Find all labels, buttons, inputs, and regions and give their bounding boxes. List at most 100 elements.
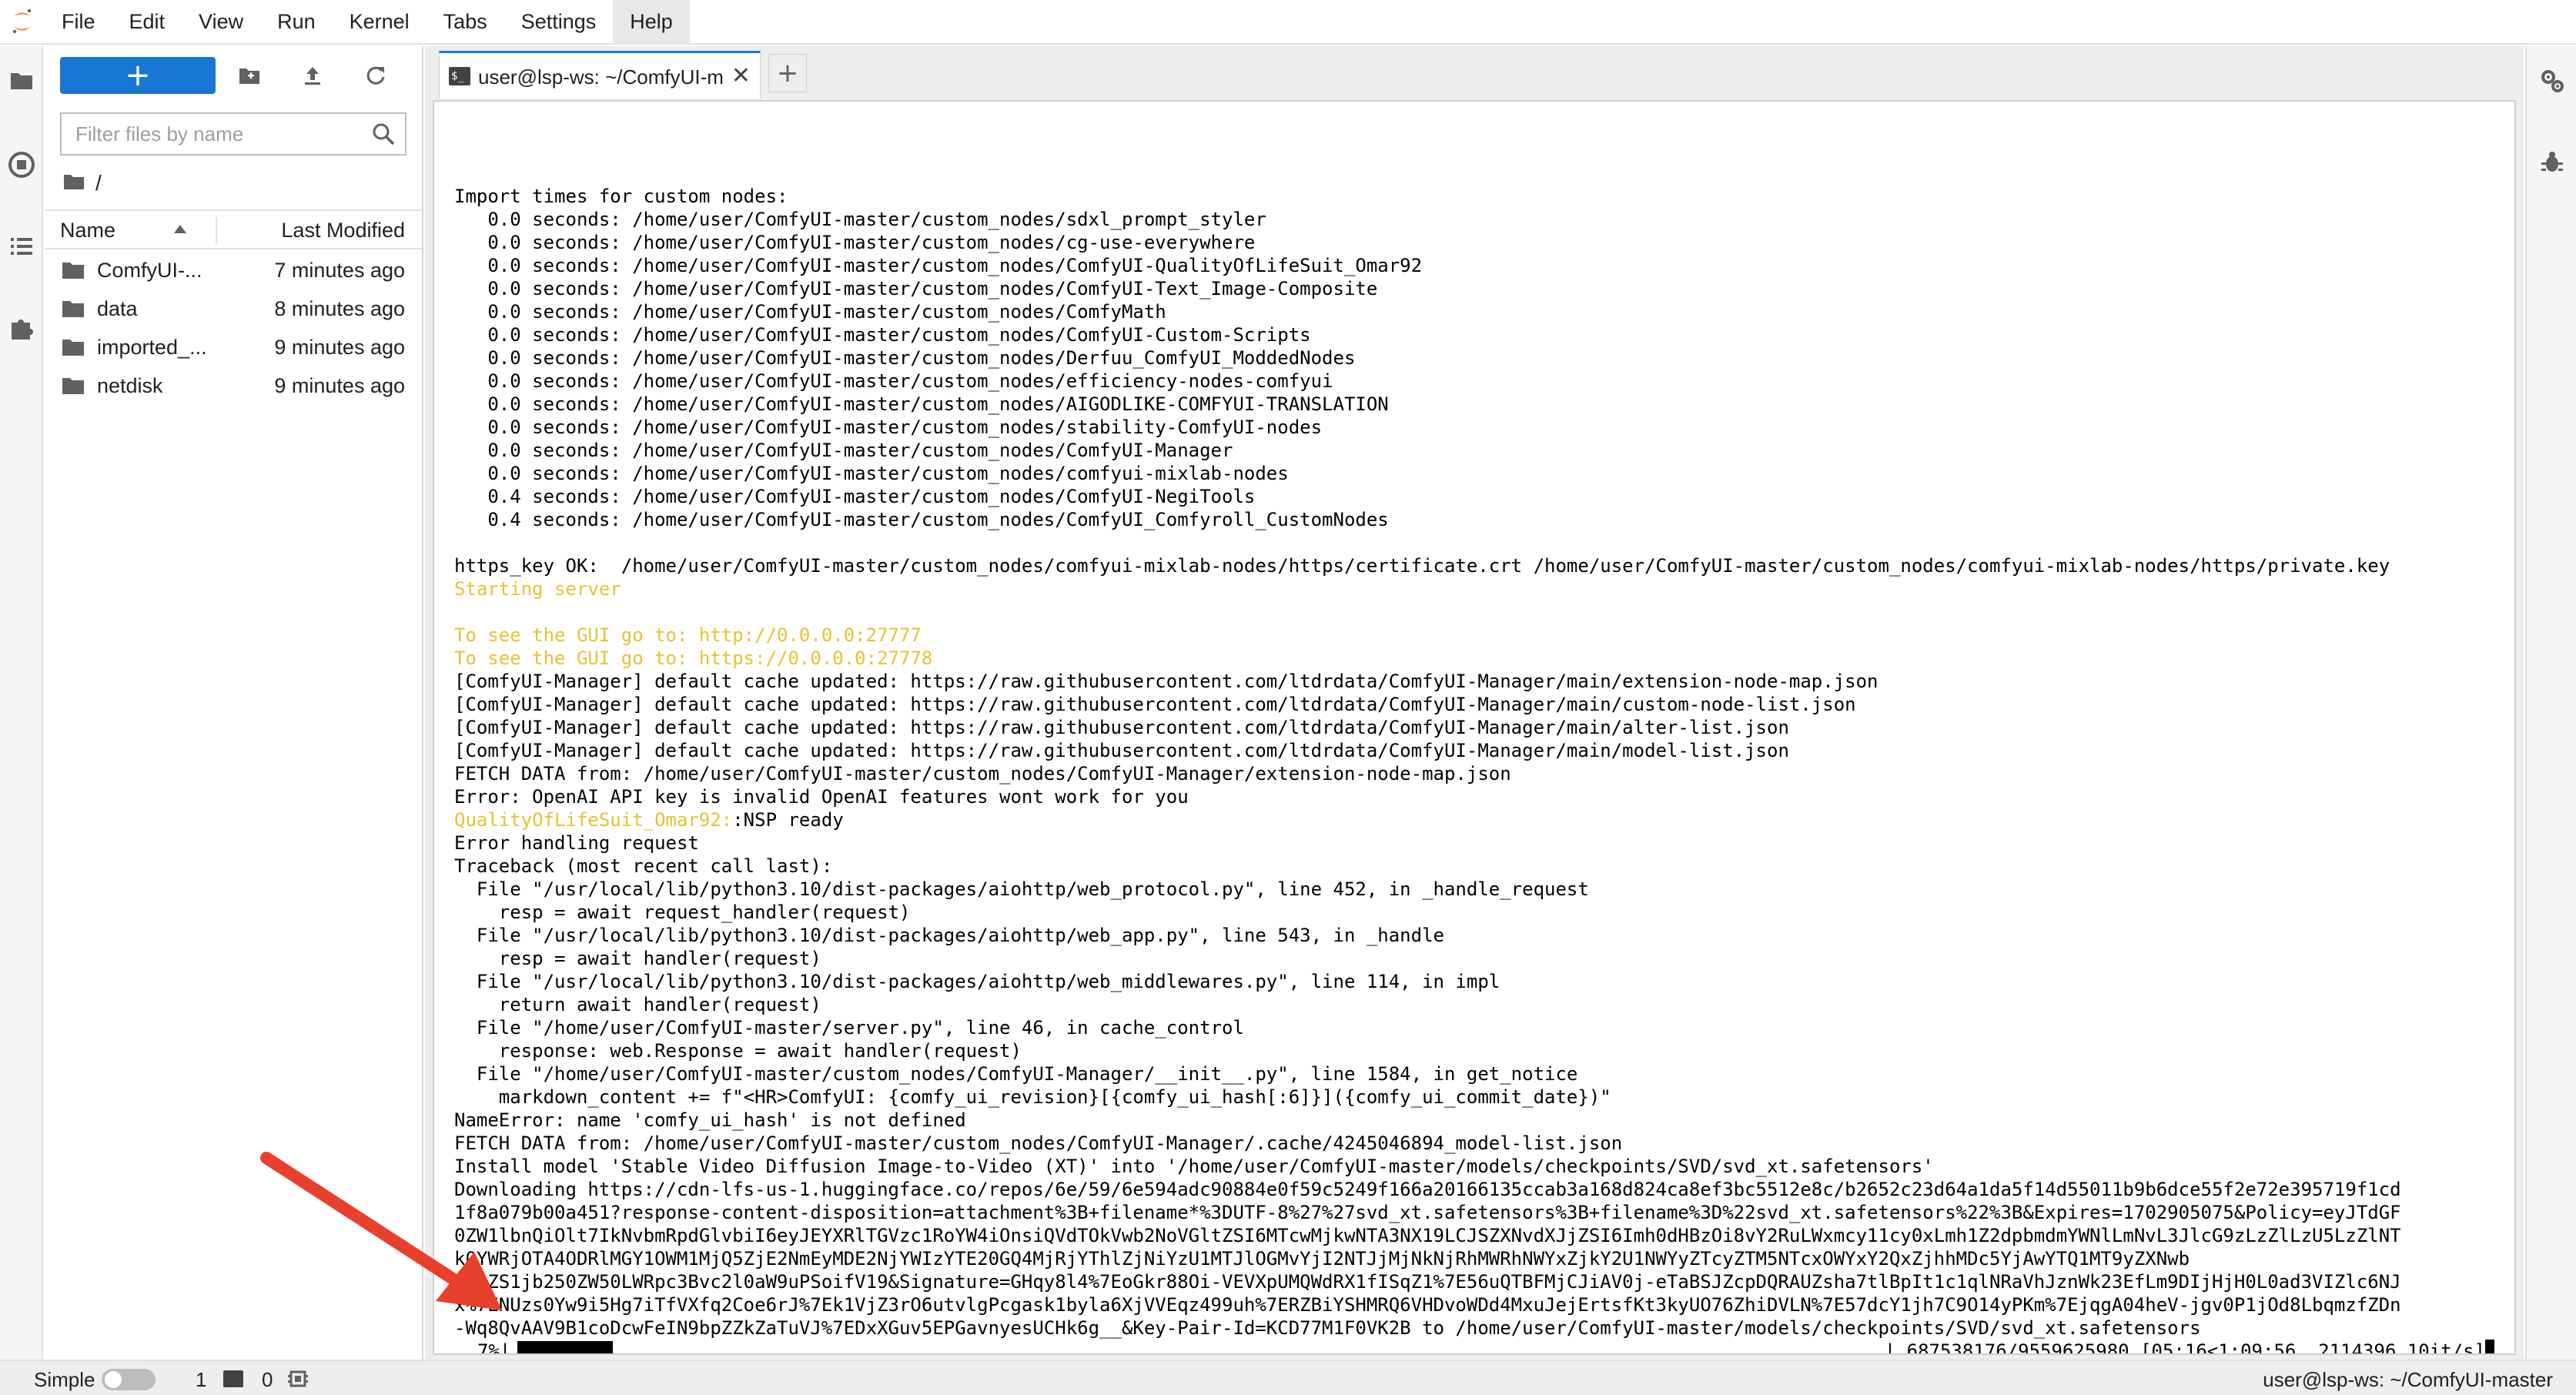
terminal-line: [ComfyUI-Manager] default cache updated:… (454, 693, 2494, 716)
terminal-line: File "/home/user/ComfyUI-master/server.p… (454, 1016, 2494, 1039)
terminal-line-text: 0.0 seconds: /home/user/ComfyUI-master/c… (454, 232, 1256, 253)
annotation-arrow-icon (260, 1152, 502, 1310)
running-stop-icon[interactable] (3, 146, 40, 183)
terminal-line: 0.0 seconds: /home/user/ComfyUI-master/c… (454, 370, 2494, 393)
terminal-icon[interactable] (223, 1370, 243, 1387)
terminal-line: x%7ENUzs0Yw9i5Hg7iTfVXfq2Coe6rJ%7Ek1VjZ3… (454, 1293, 2494, 1316)
refresh-icon[interactable] (357, 57, 394, 94)
column-divider (216, 217, 217, 243)
terminal-line: To see the GUI go to: http://0.0.0.0:277… (454, 624, 2494, 647)
extension-puzzle-icon[interactable] (3, 309, 40, 346)
menu-tabs[interactable]: Tabs (427, 0, 504, 44)
folder-icon (62, 376, 85, 396)
tab-terminal[interactable]: $_ user@lsp-ws: ~/ComfyUI-m ✕ (439, 51, 761, 99)
menu-file[interactable]: File (45, 0, 112, 44)
terminal-line-text: 0.0 seconds: /home/user/ComfyUI-master/c… (454, 440, 1233, 461)
terminal-line-text: File "/usr/local/lib/python3.10/dist-pac… (454, 878, 1589, 900)
terminal-line-text: 0.0 seconds: /home/user/ComfyUI-master/c… (454, 209, 1266, 230)
kernel-icon[interactable] (286, 1367, 309, 1390)
close-icon[interactable]: ✕ (731, 65, 751, 88)
column-name-header[interactable]: Name (60, 219, 115, 243)
terminal-line: 0.4 seconds: /home/user/ComfyUI-master/c… (454, 508, 2494, 531)
left-activity-bar (0, 46, 43, 1360)
file-row[interactable]: netdisk 9 minutes ago (45, 366, 422, 405)
filter-files-input[interactable] (62, 114, 362, 154)
terminal-line-text: File "/usr/local/lib/python3.10/dist-pac… (454, 925, 1444, 946)
upload-icon[interactable] (294, 57, 331, 94)
terminal-line: Traceback (most recent call last): (454, 855, 2494, 878)
terminal-line: resp = await handler(request) (454, 947, 2494, 970)
progress-bar (517, 1341, 613, 1353)
file-name: netdisk (97, 374, 163, 397)
menu-run[interactable]: Run (260, 0, 333, 44)
file-modified: 9 minutes ago (274, 336, 405, 359)
add-tab-button[interactable]: + (768, 54, 807, 92)
breadcrumb-root[interactable]: / (95, 171, 102, 196)
table-of-contents-icon[interactable] (3, 228, 40, 265)
folder-icon[interactable] (3, 62, 40, 99)
toggle-knob (105, 1371, 122, 1388)
menu-items: File Edit View Run Kernel Tabs Settings Help (45, 0, 690, 44)
terminal-line: Starting server (454, 577, 2494, 600)
terminal-line: 0.0 seconds: /home/user/ComfyUI-master/c… (454, 416, 2494, 439)
tab-bar: $_ user@lsp-ws: ~/ComfyUI-m ✕ + (425, 46, 2524, 99)
search-icon (370, 120, 397, 148)
file-modified: 9 minutes ago (274, 374, 405, 397)
terminal-line: response: web.Response = await handler(r… (454, 1039, 2494, 1062)
terminal-line-text: 0.0 seconds: /home/user/ComfyUI-master/c… (454, 463, 1289, 484)
folder-icon (62, 337, 85, 357)
jupyter-logo-icon (0, 0, 45, 44)
file-row[interactable]: ComfyUI-... 7 minutes ago (45, 251, 422, 289)
terminal-cursor (2485, 1340, 2494, 1353)
terminal-view[interactable]: Import times for custom nodes: 0.0 secon… (433, 100, 2516, 1355)
tab-label: user@lsp-ws: ~/ComfyUI-m (478, 65, 723, 89)
debugger-bug-icon[interactable] (2536, 146, 2568, 179)
terminal-line: 0.0 seconds: /home/user/ComfyUI-master/c… (454, 439, 2494, 462)
file-browser-toolbar: + (45, 46, 423, 102)
new-launcher-button[interactable]: + (60, 57, 216, 94)
terminal-line-text: [ComfyUI-Manager] default cache updated:… (454, 694, 1856, 715)
terminal-line: 0.0 seconds: /home/user/ComfyUI-master/c… (454, 346, 2494, 370)
column-modified-header[interactable]: Last Modified (281, 219, 405, 243)
right-activity-bar (2525, 46, 2576, 1360)
terminal-line-text: Starting server (454, 578, 621, 600)
terminal-line: 0.0 seconds: /home/user/ComfyUI-master/c… (454, 254, 2494, 277)
terminal-line: markdown_content += f"<HR>ComfyUI: {comf… (454, 1086, 2494, 1109)
kernels-count[interactable]: 0 (262, 1368, 273, 1392)
terminal-line: Install model 'Stable Video Diffusion Im… (454, 1155, 2494, 1178)
filter-box (60, 112, 406, 156)
breadcrumb: / (63, 168, 102, 199)
breadcrumb-home-folder-icon[interactable] (63, 172, 85, 195)
terminal-line: NameError: name 'comfy_ui_hash' is not d… (454, 1109, 2494, 1132)
terminal-line-text: https_key OK: /home/user/ComfyUI-master/… (454, 555, 2390, 577)
terminal-line: File "/usr/local/lib/python3.10/dist-pac… (454, 970, 2494, 993)
terminal-line: 0.0 seconds: /home/user/ComfyUI-master/c… (454, 231, 2494, 254)
terminals-count[interactable]: 1 (196, 1368, 206, 1392)
terminal-line-text: [ComfyUI-Manager] default cache updated:… (454, 671, 1878, 692)
menu-edit[interactable]: Edit (112, 0, 182, 44)
file-name: ComfyUI-... (97, 259, 202, 282)
file-row[interactable]: data 8 minutes ago (45, 289, 422, 328)
progress-info-text: | 687538176/9559625980 [05:16<1:09:56, 2… (1884, 1340, 2485, 1355)
terminal-line-text: Error handling request (454, 832, 699, 854)
menu-kernel[interactable]: Kernel (333, 0, 427, 44)
terminal-output: Import times for custom nodes: 0.0 secon… (454, 185, 2494, 1340)
terminal-line: 0.0 seconds: /home/user/ComfyUI-master/c… (454, 393, 2494, 416)
terminal-line-text: 0.0 seconds: /home/user/ComfyUI-master/c… (454, 347, 1356, 369)
menu-help[interactable]: Help (613, 0, 690, 44)
file-list-header: Name Last Modified (45, 209, 422, 249)
new-folder-icon[interactable] (231, 57, 268, 94)
menu-view[interactable]: View (182, 0, 260, 44)
terminal-icon: $_ (449, 67, 470, 85)
terminal-line: 0.0 seconds: /home/user/ComfyUI-master/c… (454, 462, 2494, 485)
sort-ascending-icon (174, 225, 186, 233)
status-context-label: user@lsp-ws: ~/ComfyUI-master (2263, 1368, 2553, 1391)
menu-settings[interactable]: Settings (504, 0, 614, 44)
terminal-line: resp = await request_handler(request) (454, 901, 2494, 924)
terminal-line: [ComfyUI-Manager] default cache updated:… (454, 739, 2494, 762)
terminal-line-text: [ComfyUI-Manager] default cache updated:… (454, 740, 1789, 761)
property-inspector-gears-icon[interactable] (2536, 65, 2568, 97)
simple-mode-label: Simple (34, 1368, 95, 1391)
file-row[interactable]: imported_... 9 minutes ago (45, 328, 422, 366)
terminal-line: QualityOfLifeSuit_Omar92::NSP ready (454, 808, 2494, 831)
